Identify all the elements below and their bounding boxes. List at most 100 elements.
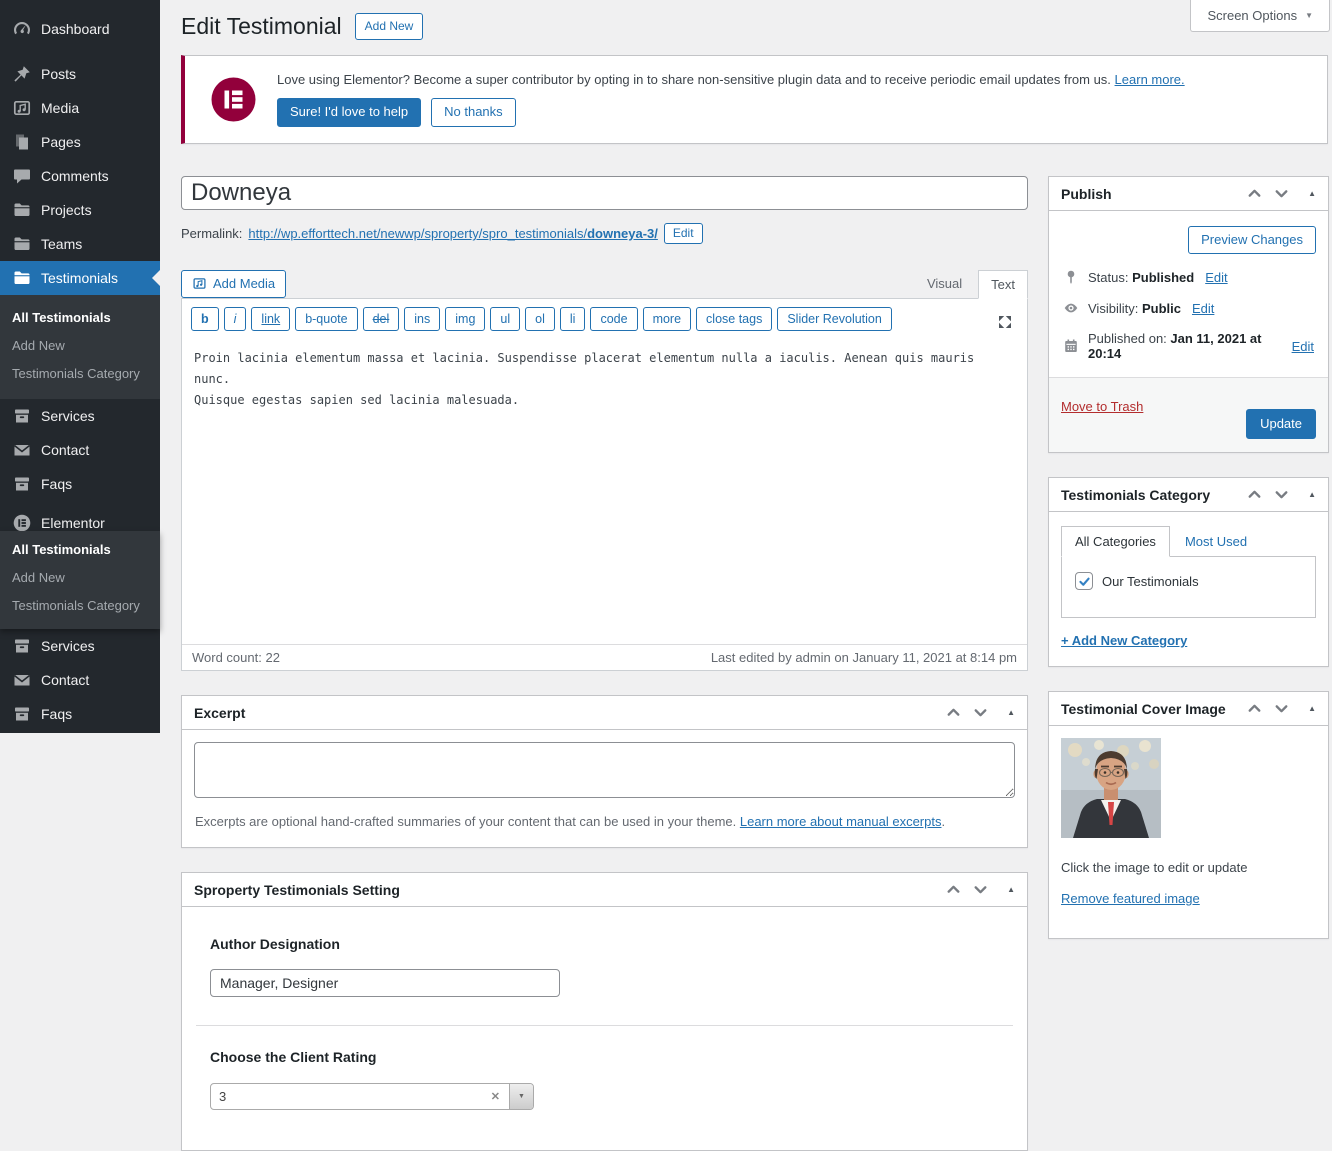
sidebar-item-dashboard[interactable]: Dashboard (0, 12, 160, 46)
testimonials-flyout-submenu: All Testimonials Add New Testimonials Ca… (0, 531, 160, 629)
envelope-icon (12, 670, 32, 690)
sidebar-item-label: Pages (41, 134, 81, 150)
excerpt-textarea[interactable] (194, 742, 1015, 799)
move-up-icon[interactable] (1246, 185, 1263, 202)
collapse-toggle-icon[interactable]: ▲ (1007, 708, 1015, 717)
sidebar-item-comments[interactable]: Comments (0, 159, 160, 193)
edit-status-link[interactable]: Edit (1205, 270, 1227, 285)
fullscreen-icon[interactable] (992, 311, 1018, 333)
excerpt-help-link[interactable]: Learn more about manual excerpts (740, 814, 942, 829)
title-input[interactable] (181, 176, 1028, 210)
qt-b-button[interactable]: b (191, 307, 219, 332)
sidebar-subitem-all-testimonials[interactable]: All Testimonials (0, 304, 160, 332)
tab-text[interactable]: Text (978, 270, 1028, 299)
edit-permalink-button[interactable]: Edit (663, 223, 703, 244)
current-menu-arrow (144, 270, 160, 286)
author-designation-field[interactable] (210, 969, 560, 998)
category-item-label: Our Testimonials (1102, 573, 1199, 589)
sidebar-item-projects[interactable]: Projects (0, 193, 160, 227)
permalink-link[interactable]: http://wp.efforttech.net/newwp/sproperty… (248, 226, 657, 241)
client-rating-select[interactable]: 3 ✕ ▼ (210, 1083, 534, 1111)
qt-more-button[interactable]: more (642, 307, 692, 332)
preview-changes-button[interactable]: Preview Changes (1188, 226, 1316, 255)
clear-icon[interactable]: ✕ (491, 1090, 509, 1103)
move-down-icon[interactable] (1273, 185, 1290, 202)
sidebar-item-faqs[interactable]: Faqs (0, 467, 160, 501)
edit-visibility-link[interactable]: Edit (1192, 301, 1214, 316)
move-up-icon[interactable] (945, 704, 962, 721)
update-button[interactable]: Update (1246, 409, 1316, 440)
move-up-icon[interactable] (1246, 700, 1263, 717)
editor-textarea[interactable]: Proin lacinia elementum massa et lacinia… (182, 339, 1027, 644)
sidebar-item-label: Projects (41, 202, 92, 218)
qt-code-button[interactable]: code (590, 307, 638, 332)
learn-more-link[interactable]: Learn more. (1115, 72, 1185, 87)
collapse-toggle-icon[interactable]: ▲ (1308, 189, 1316, 198)
excerpt-help-period: . (941, 814, 946, 830)
remove-featured-image-link[interactable]: Remove featured image (1061, 891, 1200, 906)
edit-published-link[interactable]: Edit (1292, 339, 1314, 354)
sidebar-item-contact[interactable]: Contact (0, 663, 160, 697)
pages-icon (12, 132, 32, 152)
sproperty-settings-panel: Sproperty Testimonials Setting ▲ Author … (181, 872, 1028, 1151)
qt-ins-button[interactable]: ins (404, 307, 441, 332)
screen-options-toggle[interactable]: Screen Options ▼ (1190, 0, 1330, 32)
quicktags-toolbar: b i link b-quote del ins img ul ol li co… (182, 299, 1027, 339)
sidebar-item-posts[interactable]: Posts (0, 57, 160, 91)
envelope-icon (12, 440, 32, 460)
move-down-icon[interactable] (972, 704, 989, 721)
sidebar-subitem-all-testimonials[interactable]: All Testimonials (0, 536, 160, 564)
sidebar-item-label: Elementor (41, 515, 105, 531)
checked-checkbox-icon[interactable] (1075, 572, 1093, 591)
add-new-category-link[interactable]: + Add New Category (1061, 633, 1187, 648)
sidebar-item-media[interactable]: Media (0, 91, 160, 125)
sidebar-item-testimonials[interactable]: Testimonials (0, 261, 160, 295)
sidebar-item-pages[interactable]: Pages (0, 125, 160, 159)
publish-panel: Publish ▲ Preview Changes Status: Publis… (1048, 176, 1329, 454)
media-icon (12, 98, 32, 118)
collapse-toggle-icon[interactable]: ▲ (1308, 490, 1316, 499)
qt-bquote-button[interactable]: b-quote (295, 307, 358, 332)
sidebar-subitem-add-new[interactable]: Add New (0, 564, 160, 592)
add-media-button[interactable]: Add Media (181, 269, 287, 298)
sidebar-subitem-add-new[interactable]: Add New (0, 332, 160, 360)
sidebar-item-teams[interactable]: Teams (0, 227, 160, 261)
field-divider (196, 1025, 1013, 1027)
qt-ol-button[interactable]: ol (525, 307, 555, 332)
qt-link-button[interactable]: link (251, 307, 291, 332)
qt-li-button[interactable]: li (559, 307, 586, 332)
dropdown-arrow-icon[interactable]: ▼ (509, 1084, 533, 1110)
sidebar-item-services[interactable]: Services (0, 399, 160, 433)
qt-close-tags-button[interactable]: close tags (696, 307, 773, 332)
sidebar-item-faqs[interactable]: Faqs (0, 697, 160, 731)
move-down-icon[interactable] (972, 881, 989, 898)
content-editor: b i link b-quote del ins img ul ol li co… (181, 298, 1028, 672)
category-item[interactable]: Our Testimonials (1075, 572, 1302, 591)
folder-icon (12, 200, 32, 220)
tab-most-used[interactable]: Most Used (1170, 527, 1262, 556)
add-media-icon (192, 276, 207, 291)
move-down-icon[interactable] (1273, 486, 1290, 503)
qt-del-button[interactable]: del (362, 307, 400, 332)
move-up-icon[interactable] (945, 881, 962, 898)
move-down-icon[interactable] (1273, 700, 1290, 717)
tab-visual[interactable]: Visual (914, 270, 975, 298)
move-to-trash-link[interactable]: Move to Trash (1061, 399, 1143, 414)
featured-image-thumbnail[interactable] (1061, 738, 1161, 839)
add-new-button[interactable]: Add New (354, 12, 424, 40)
permalink-label: Permalink: (181, 226, 243, 241)
collapse-toggle-icon[interactable]: ▲ (1308, 704, 1316, 713)
sidebar-subitem-testimonials-category[interactable]: Testimonials Category (0, 360, 160, 388)
qt-img-button[interactable]: img (445, 307, 486, 332)
qt-slider-revolution-button[interactable]: Slider Revolution (777, 307, 892, 332)
collapse-toggle-icon[interactable]: ▲ (1007, 885, 1015, 894)
sidebar-item-services[interactable]: Services (0, 629, 160, 663)
sidebar-item-contact[interactable]: Contact (0, 433, 160, 467)
qt-i-button[interactable]: i (223, 307, 247, 332)
move-up-icon[interactable] (1246, 486, 1263, 503)
sidebar-subitem-testimonials-category[interactable]: Testimonials Category (0, 592, 160, 620)
tab-all-categories[interactable]: All Categories (1061, 526, 1170, 558)
permalink-row: Permalink: http://wp.efforttech.net/neww… (181, 223, 1028, 244)
sidebar-item-label: Faqs (41, 476, 73, 492)
qt-ul-button[interactable]: ul (490, 307, 521, 332)
